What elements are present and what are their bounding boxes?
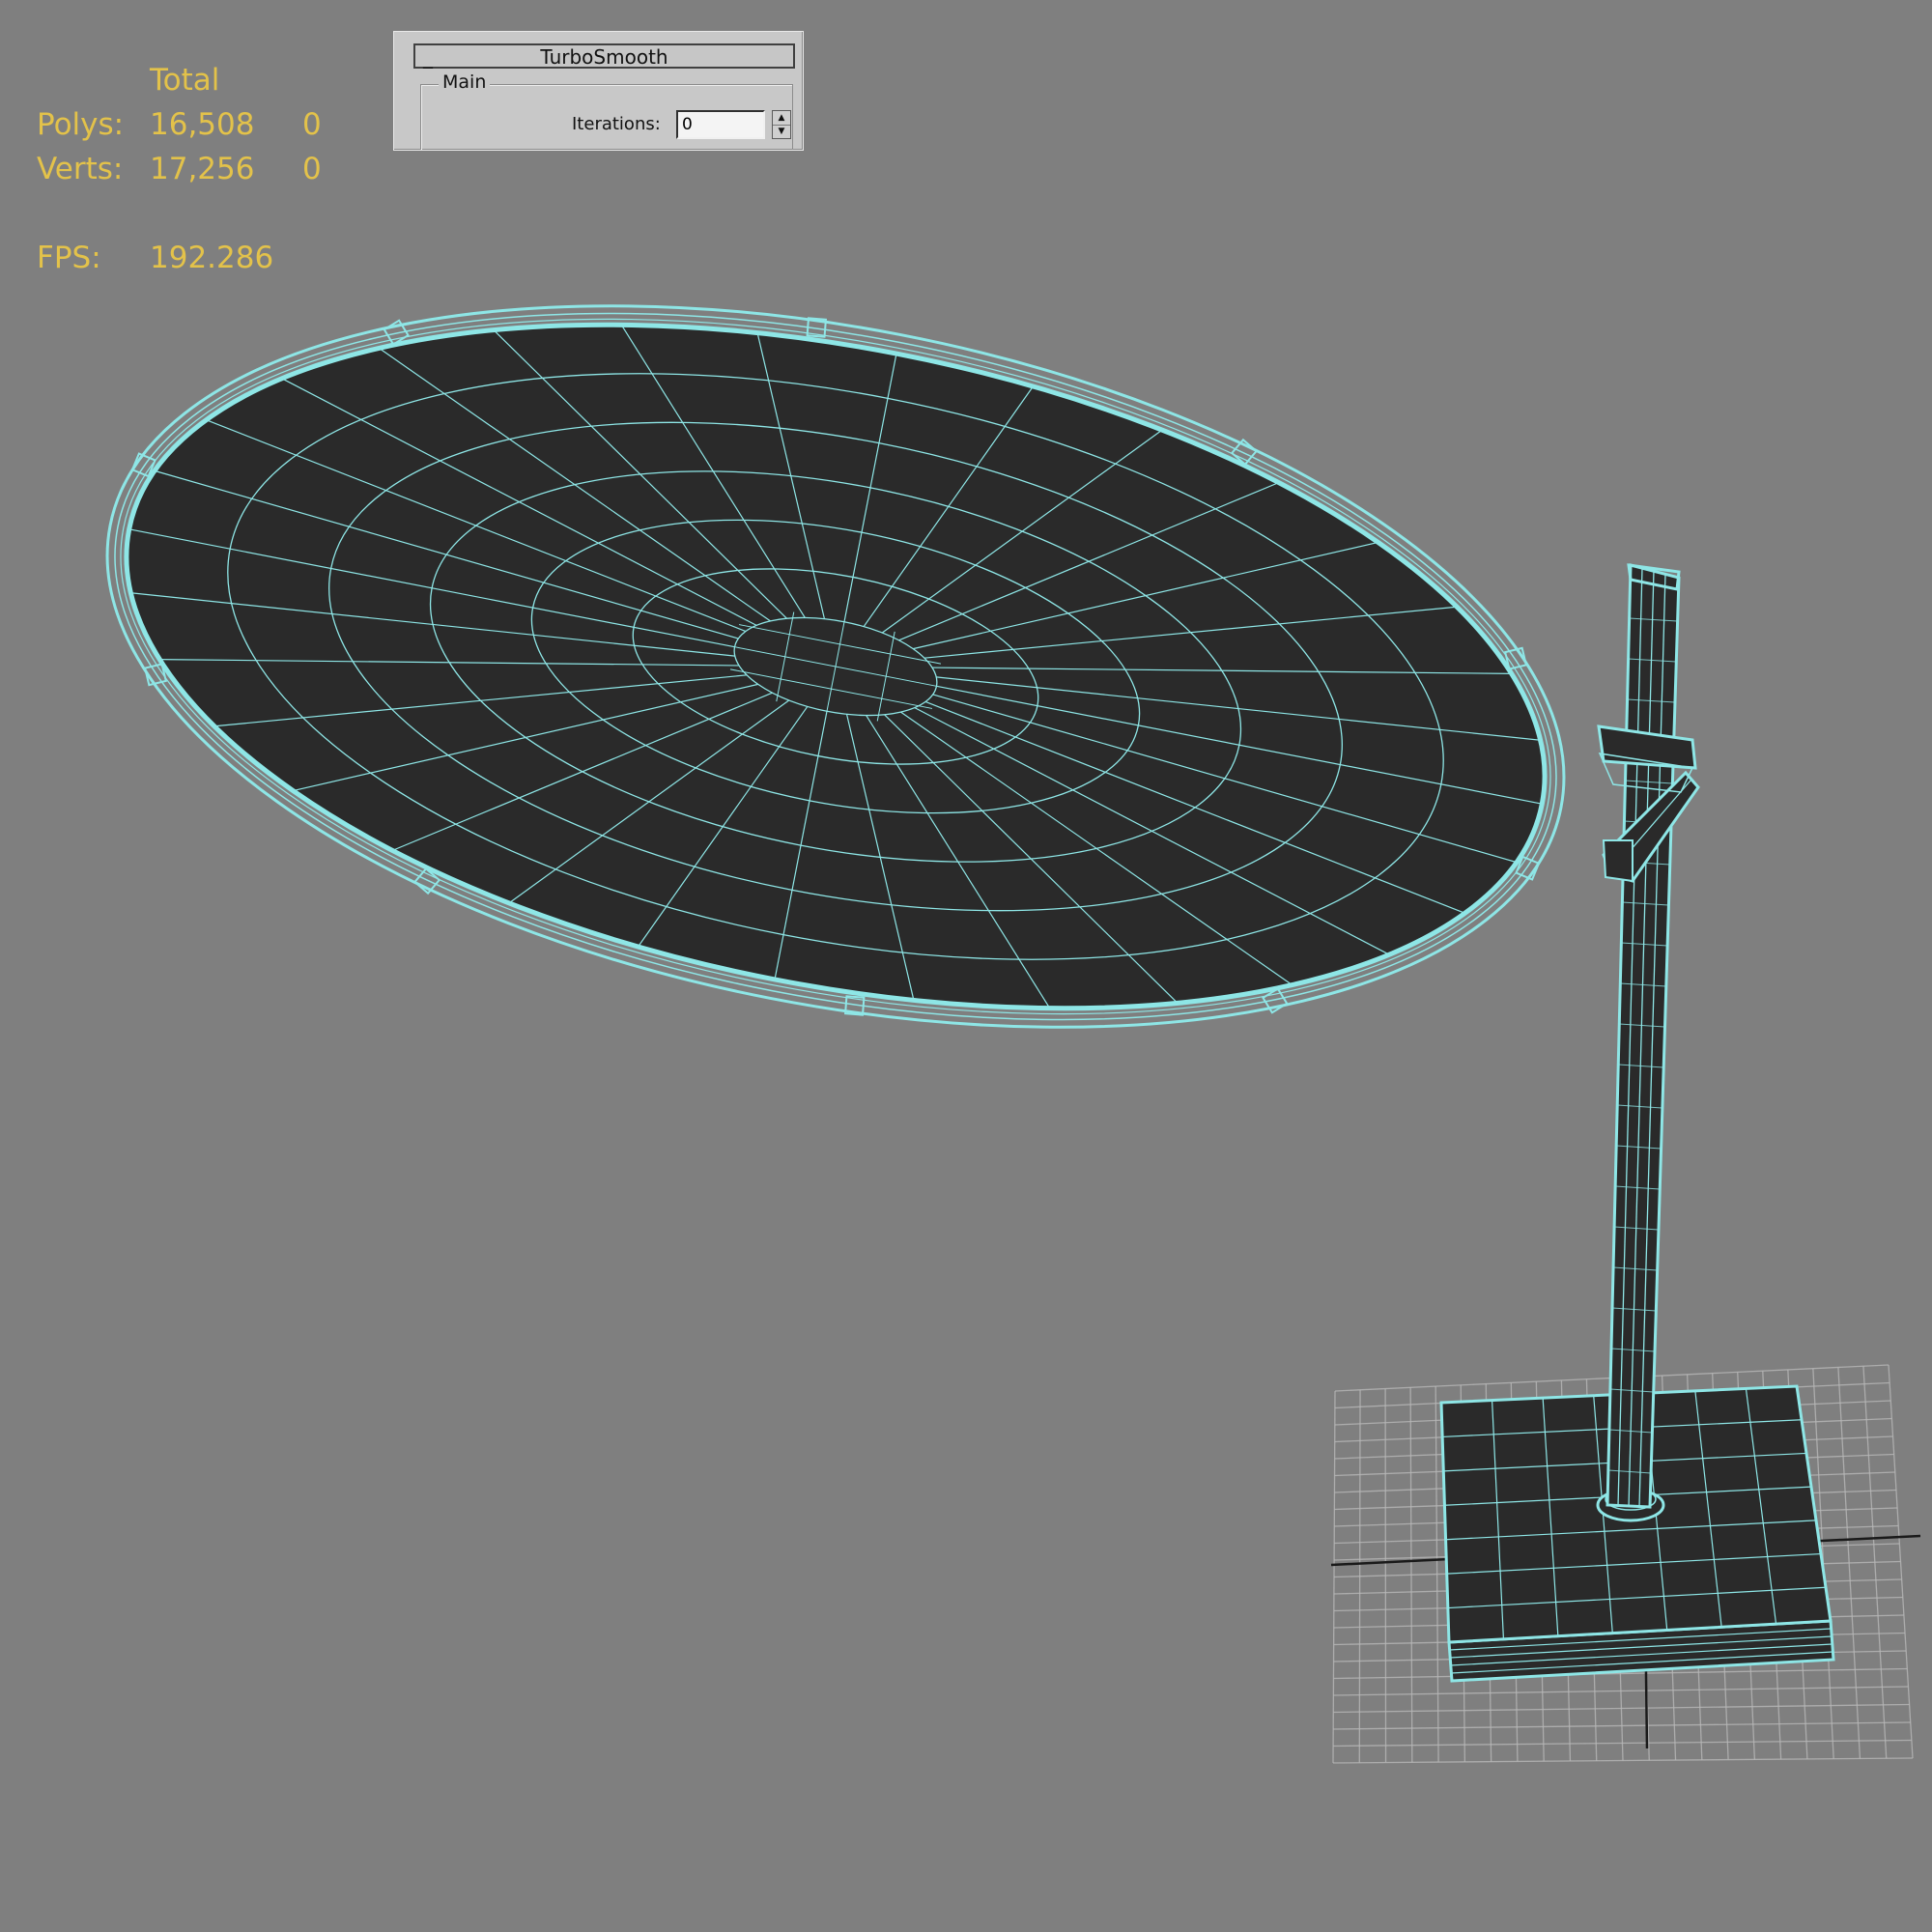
spinner-down-icon[interactable]: ▼ <box>773 125 790 138</box>
main-group-label: Main <box>439 71 491 93</box>
rollout-title: TurboSmooth <box>540 45 668 69</box>
stats-fps-label: FPS: <box>37 241 101 275</box>
main-group: Main Iterations: ▲ ▼ <box>420 71 793 150</box>
stats-verts-total: 17,256 <box>150 152 255 186</box>
canopy-group <box>105 304 1566 1029</box>
turbosmooth-rollout-header[interactable]: _ TurboSmooth <box>413 43 795 69</box>
bracket-collar <box>1597 724 1697 770</box>
stats-verts-selected: 0 <box>302 152 322 186</box>
stats-fps-value: 192.286 <box>150 241 274 275</box>
perspective-viewport[interactable] <box>0 0 1932 1932</box>
stats-polys-label: Polys: <box>37 107 125 142</box>
iterations-input[interactable] <box>676 110 765 139</box>
stats-polys-total: 16,508 <box>150 107 255 142</box>
spinner-up-icon[interactable]: ▲ <box>773 111 790 126</box>
stats-total-header: Total <box>150 63 220 98</box>
bracket-block <box>1602 839 1634 883</box>
stats-polys-selected: 0 <box>302 107 322 142</box>
iterations-spinner[interactable]: ▲ ▼ <box>772 110 791 139</box>
stats-verts-label: Verts: <box>37 152 124 186</box>
turbosmooth-rollout: _ TurboSmooth Main Iterations: ▲ ▼ <box>393 31 804 151</box>
iterations-label: Iterations: <box>572 114 661 134</box>
umbrella-wireframe-model[interactable] <box>0 0 1932 1932</box>
